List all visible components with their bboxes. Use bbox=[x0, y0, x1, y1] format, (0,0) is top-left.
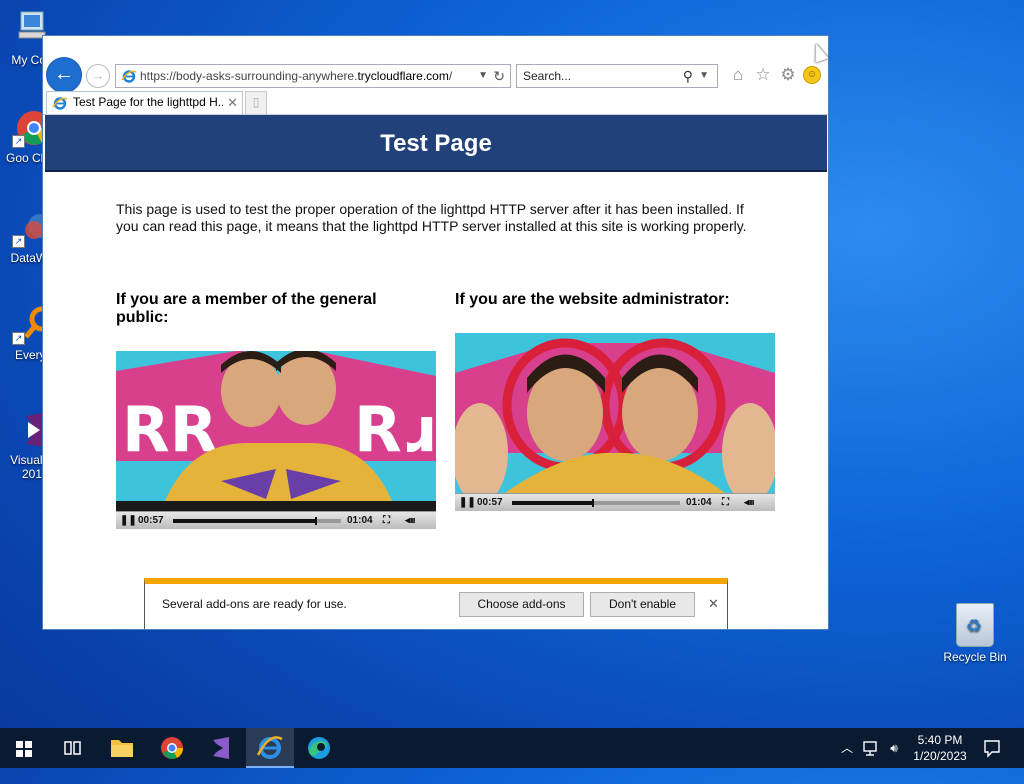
video-player-left[interactable]: RR Rɹ ❚❚ 00:57 01:04 ⛶ ◂ıııı bbox=[116, 351, 436, 529]
video-controls: ❚❚ 00:57 01:04 ⛶ ◂ıııı bbox=[455, 493, 775, 511]
back-button[interactable]: ← bbox=[46, 57, 82, 93]
browser-window: ← → https://body-asks-surrounding-anywhe… bbox=[43, 36, 828, 629]
taskbar-visual-studio[interactable] bbox=[197, 728, 245, 768]
network-icon[interactable] bbox=[860, 728, 882, 768]
fullscreen-icon[interactable]: ⛶ bbox=[722, 494, 729, 511]
visual-studio-icon bbox=[213, 737, 229, 759]
taskbar-edge[interactable] bbox=[295, 728, 343, 768]
tab-row: Test Page for the lighttpd H... ✕ ▯ bbox=[43, 91, 828, 114]
windows-logo-icon bbox=[16, 741, 32, 757]
notification-center-icon[interactable] bbox=[980, 728, 1004, 768]
page-title: Test Page bbox=[45, 115, 827, 172]
gear-icon[interactable]: ⚙ bbox=[778, 65, 798, 85]
close-tab-icon[interactable]: ✕ bbox=[227, 92, 238, 113]
taskbar: ︿ 🔊︎ 5:40 PM 1/20/2023 bbox=[0, 728, 1024, 768]
url-domain: trycloudflare.com bbox=[357, 69, 449, 83]
favorites-star-icon[interactable]: ☆ bbox=[753, 65, 773, 85]
video-player-right[interactable]: ❚❚ 00:57 01:04 ⛶ ◂ıııı bbox=[455, 333, 775, 511]
fullscreen-icon[interactable]: ⛶ bbox=[383, 512, 390, 529]
general-public-heading: If you are a member of the general publi… bbox=[116, 291, 377, 326]
start-button[interactable] bbox=[0, 728, 48, 768]
new-tab-icon: ▯ bbox=[252, 95, 260, 109]
volume-icon[interactable]: ◂ıııı bbox=[744, 494, 754, 511]
task-view-icon bbox=[64, 741, 81, 755]
search-placeholder: Search... bbox=[523, 69, 572, 83]
video-frame[interactable]: RR Rɹ bbox=[116, 351, 436, 511]
shortcut-arrow-icon: ↗ bbox=[12, 235, 25, 248]
recycle-bin-icon: ♻ bbox=[956, 603, 994, 647]
internet-explorer-icon bbox=[256, 736, 283, 759]
navigation-bar: ← → https://body-asks-surrounding-anywhe… bbox=[43, 36, 828, 93]
seek-thumb[interactable] bbox=[314, 517, 317, 525]
duration-time: 01:04 bbox=[686, 497, 712, 508]
close-notification-icon[interactable]: ✕ bbox=[708, 596, 719, 612]
taskbar-internet-explorer[interactable] bbox=[246, 728, 294, 768]
search-icon[interactable]: ⚲ bbox=[683, 65, 693, 87]
volume-icon[interactable]: ◂ıııı bbox=[405, 512, 415, 529]
folder-icon bbox=[111, 740, 133, 757]
feedback-smiley-icon[interactable]: ☺ bbox=[803, 66, 821, 84]
svg-text:Rɹ: Rɹ bbox=[354, 393, 435, 466]
address-bar[interactable]: https://body-asks-surrounding-anywhere.t… bbox=[115, 64, 511, 88]
seek-progress bbox=[512, 501, 593, 505]
seek-thumb[interactable] bbox=[591, 499, 594, 507]
clock-date: 1/20/2023 bbox=[913, 749, 967, 763]
pause-icon[interactable]: ❚❚ bbox=[120, 512, 137, 529]
administrator-heading: If you are the website administrator: bbox=[455, 291, 730, 308]
address-dropdown-icon[interactable]: ▼ bbox=[478, 65, 488, 87]
home-icon[interactable]: ⌂ bbox=[728, 65, 748, 85]
pause-icon[interactable]: ❚❚ bbox=[459, 494, 476, 511]
system-clock[interactable]: 5:40 PM 1/20/2023 bbox=[900, 732, 980, 764]
tab-title: Test Page for the lighttpd H... bbox=[73, 95, 223, 109]
edge-icon bbox=[308, 737, 330, 759]
clock-time: 5:40 PM bbox=[917, 733, 963, 747]
shortcut-arrow-icon: ↗ bbox=[12, 332, 25, 345]
current-time: 00:57 bbox=[477, 497, 503, 508]
desktop-icon-label: Recycle Bin bbox=[943, 650, 1007, 664]
task-view-button[interactable] bbox=[48, 728, 96, 768]
dont-enable-button[interactable]: Don't enable bbox=[590, 592, 695, 617]
ie-page-icon bbox=[121, 70, 137, 83]
ie-tab-icon bbox=[52, 97, 68, 110]
forward-button[interactable]: → bbox=[86, 64, 110, 88]
search-dropdown-icon[interactable]: ▼ bbox=[699, 65, 709, 87]
new-tab-button[interactable]: ▯ bbox=[245, 91, 267, 114]
url-suffix: / bbox=[448, 69, 453, 83]
url-prefix: https://body-asks-surrounding-anywhere. bbox=[140, 69, 358, 83]
search-box[interactable]: Search... ⚲ ▼ bbox=[516, 64, 718, 88]
show-hidden-icons-chevron[interactable]: ︿ bbox=[838, 728, 856, 768]
seek-bar[interactable] bbox=[173, 517, 341, 525]
taskbar-chrome[interactable] bbox=[148, 728, 196, 768]
desktop-icon-recycle-bin[interactable]: ♻ Recycle Bin bbox=[942, 603, 1008, 664]
video-frame[interactable] bbox=[455, 333, 775, 493]
shortcut-arrow-icon: ↗ bbox=[12, 135, 25, 148]
seek-progress bbox=[173, 519, 316, 523]
arrow-left-icon: ← bbox=[54, 63, 74, 85]
video-controls: ❚❚ 00:57 01:04 ⛶ ◂ıııı bbox=[116, 511, 436, 529]
page-content: Test Page This page is used to test the … bbox=[43, 114, 828, 629]
seek-bar[interactable] bbox=[512, 499, 680, 507]
notification-message: Several add-ons are ready for use. bbox=[162, 597, 347, 611]
addons-notification-bar: Several add-ons are ready for use. Choos… bbox=[144, 578, 728, 629]
refresh-icon[interactable]: ↻ bbox=[493, 65, 505, 87]
arrow-right-icon: → bbox=[91, 68, 105, 83]
url-text: https://body-asks-surrounding-anywhere.t… bbox=[140, 65, 452, 87]
chrome-icon bbox=[161, 737, 184, 759]
taskbar-file-explorer[interactable] bbox=[98, 728, 146, 768]
intro-paragraph: This page is used to test the proper ope… bbox=[116, 201, 747, 234]
choose-addons-button[interactable]: Choose add-ons bbox=[459, 592, 584, 617]
svg-text:♻: ♻ bbox=[966, 616, 982, 637]
duration-time: 01:04 bbox=[347, 515, 373, 526]
current-time: 00:57 bbox=[138, 515, 164, 526]
tab-test-page[interactable]: Test Page for the lighttpd H... ✕ bbox=[46, 91, 243, 114]
